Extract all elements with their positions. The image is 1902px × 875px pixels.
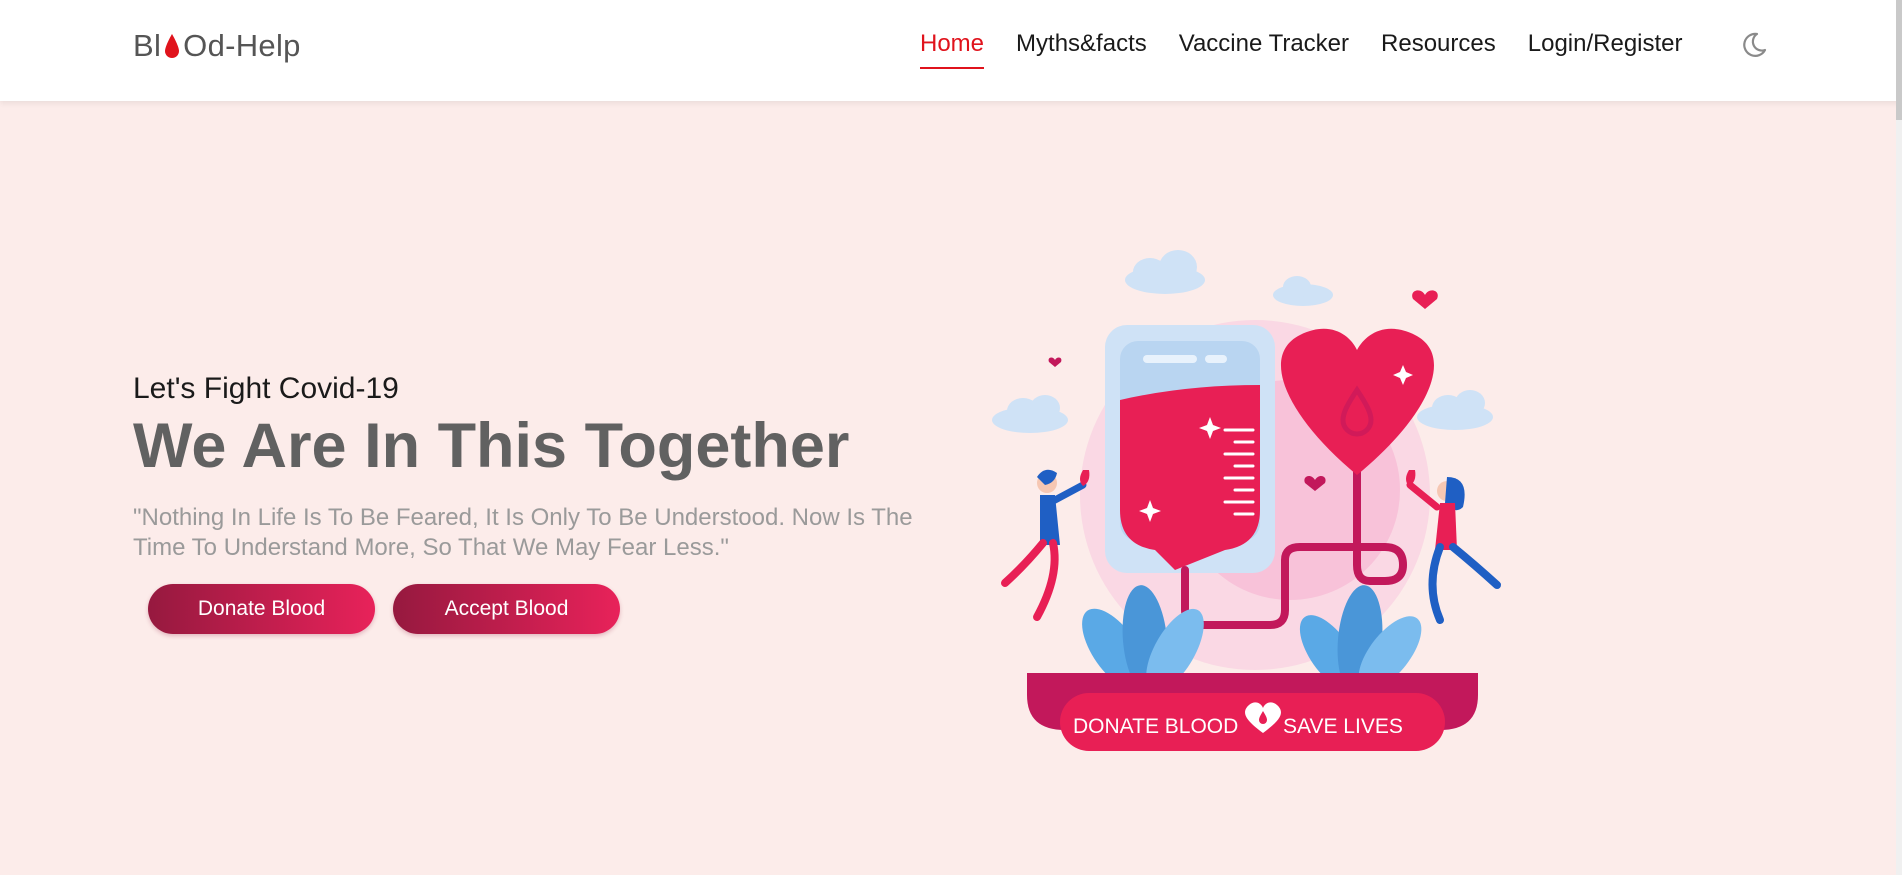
nav-home[interactable]: Home (920, 30, 985, 69)
nav-resources[interactable]: Resources (1381, 30, 1496, 67)
nav-login-register[interactable]: Login/Register (1528, 30, 1683, 67)
logo-text-suffix: Od-Help (183, 28, 301, 63)
scrollbar-thumb[interactable] (1896, 0, 1902, 120)
donate-blood-button[interactable]: Donate Blood (148, 584, 375, 634)
hero-headline: We Are In This Together (133, 411, 850, 481)
banner-left-text: DONATE BLOOD (1073, 715, 1238, 738)
hero-tagline: Let's Fight Covid-19 (133, 372, 399, 405)
person-left (1001, 469, 1090, 621)
accept-blood-button[interactable]: Accept Blood (393, 584, 620, 634)
scrollbar-track[interactable] (1896, 0, 1902, 875)
site-logo[interactable]: Bl Od-Help (133, 28, 301, 64)
donate-blood-illustration: DONATE BLOOD SAVE LIVES (992, 250, 1501, 751)
moon-icon[interactable] (1740, 31, 1768, 59)
navbar: Bl Od-Help Home Myths&facts Vaccine Trac… (0, 0, 1902, 101)
hero-text: Let's Fight Covid-19 We Are In This Toge… (133, 372, 953, 563)
main-nav: Home Myths&facts Vaccine Tracker Resourc… (920, 30, 1715, 69)
banner-right-text: SAVE LIVES (1283, 715, 1403, 738)
blood-drop-icon (165, 34, 180, 58)
nav-myths-facts[interactable]: Myths&facts (1016, 30, 1147, 67)
hero-quote: "Nothing In Life Is To Be Feared, It Is … (133, 504, 913, 562)
logo-text-prefix: Bl (133, 28, 162, 63)
hero-buttons: Donate Blood Accept Blood (148, 584, 638, 634)
nav-vaccine-tracker[interactable]: Vaccine Tracker (1179, 30, 1349, 67)
